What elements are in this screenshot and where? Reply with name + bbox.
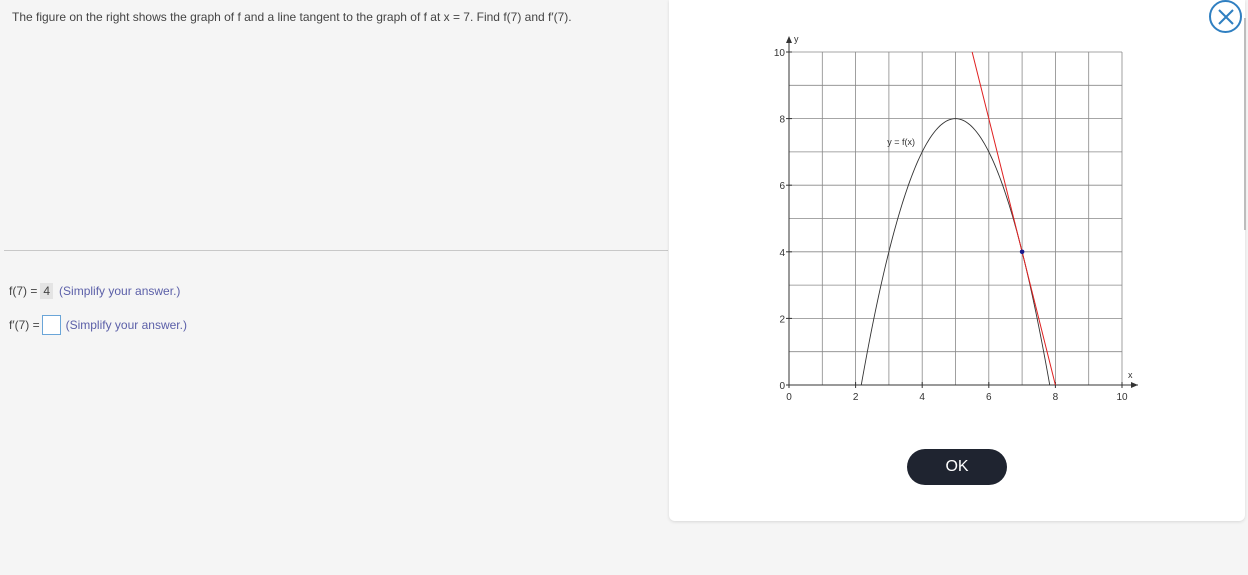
y-tick-label: 2 [779,314,785,325]
y-tick-label: 10 [774,48,786,59]
x-axis-arrow [1131,382,1138,388]
y-tick-label: 8 [779,115,785,126]
x-tick-label: 0 [786,392,792,403]
divider [4,250,668,251]
y-axis-label: y [794,34,799,44]
scrollbar[interactable] [1244,18,1246,230]
answer-row-fp7: f′(7) = (Simplify your answer.) [9,315,187,335]
x-tick-label: 8 [1053,392,1059,403]
answer-row-f7: f(7) = 4 (Simplify your answer.) [9,283,180,299]
y-tick-label: 6 [779,181,785,192]
ok-button[interactable]: OK [907,449,1007,485]
f7-answer-value[interactable]: 4 [40,283,54,299]
y-axis-arrow [786,36,792,43]
x-tick-label: 10 [1116,392,1128,403]
close-icon [1217,8,1234,25]
f7-label: f(7) = [9,284,38,298]
function-graph: x y 0 2 4 6 8 10 0 2 4 6 8 10 y = f(x) [774,34,1138,403]
fp7-label: f′(7) = [9,318,40,332]
y-tick-label: 4 [779,248,785,259]
fp7-hint: (Simplify your answer.) [65,318,187,332]
tangent-point [1019,249,1025,255]
y-tick-label: 0 [779,381,785,392]
f7-hint: (Simplify your answer.) [59,284,181,298]
curve-label: y = f(x) [887,137,915,147]
x-tick-label: 2 [853,392,859,403]
x-tick-label: 4 [919,392,925,403]
fp7-answer-input[interactable] [41,315,61,335]
question-text: The figure on the right shows the graph … [12,10,572,24]
x-axis-label: x [1128,370,1133,380]
close-button[interactable] [1209,0,1242,33]
x-tick-label: 6 [986,392,992,403]
